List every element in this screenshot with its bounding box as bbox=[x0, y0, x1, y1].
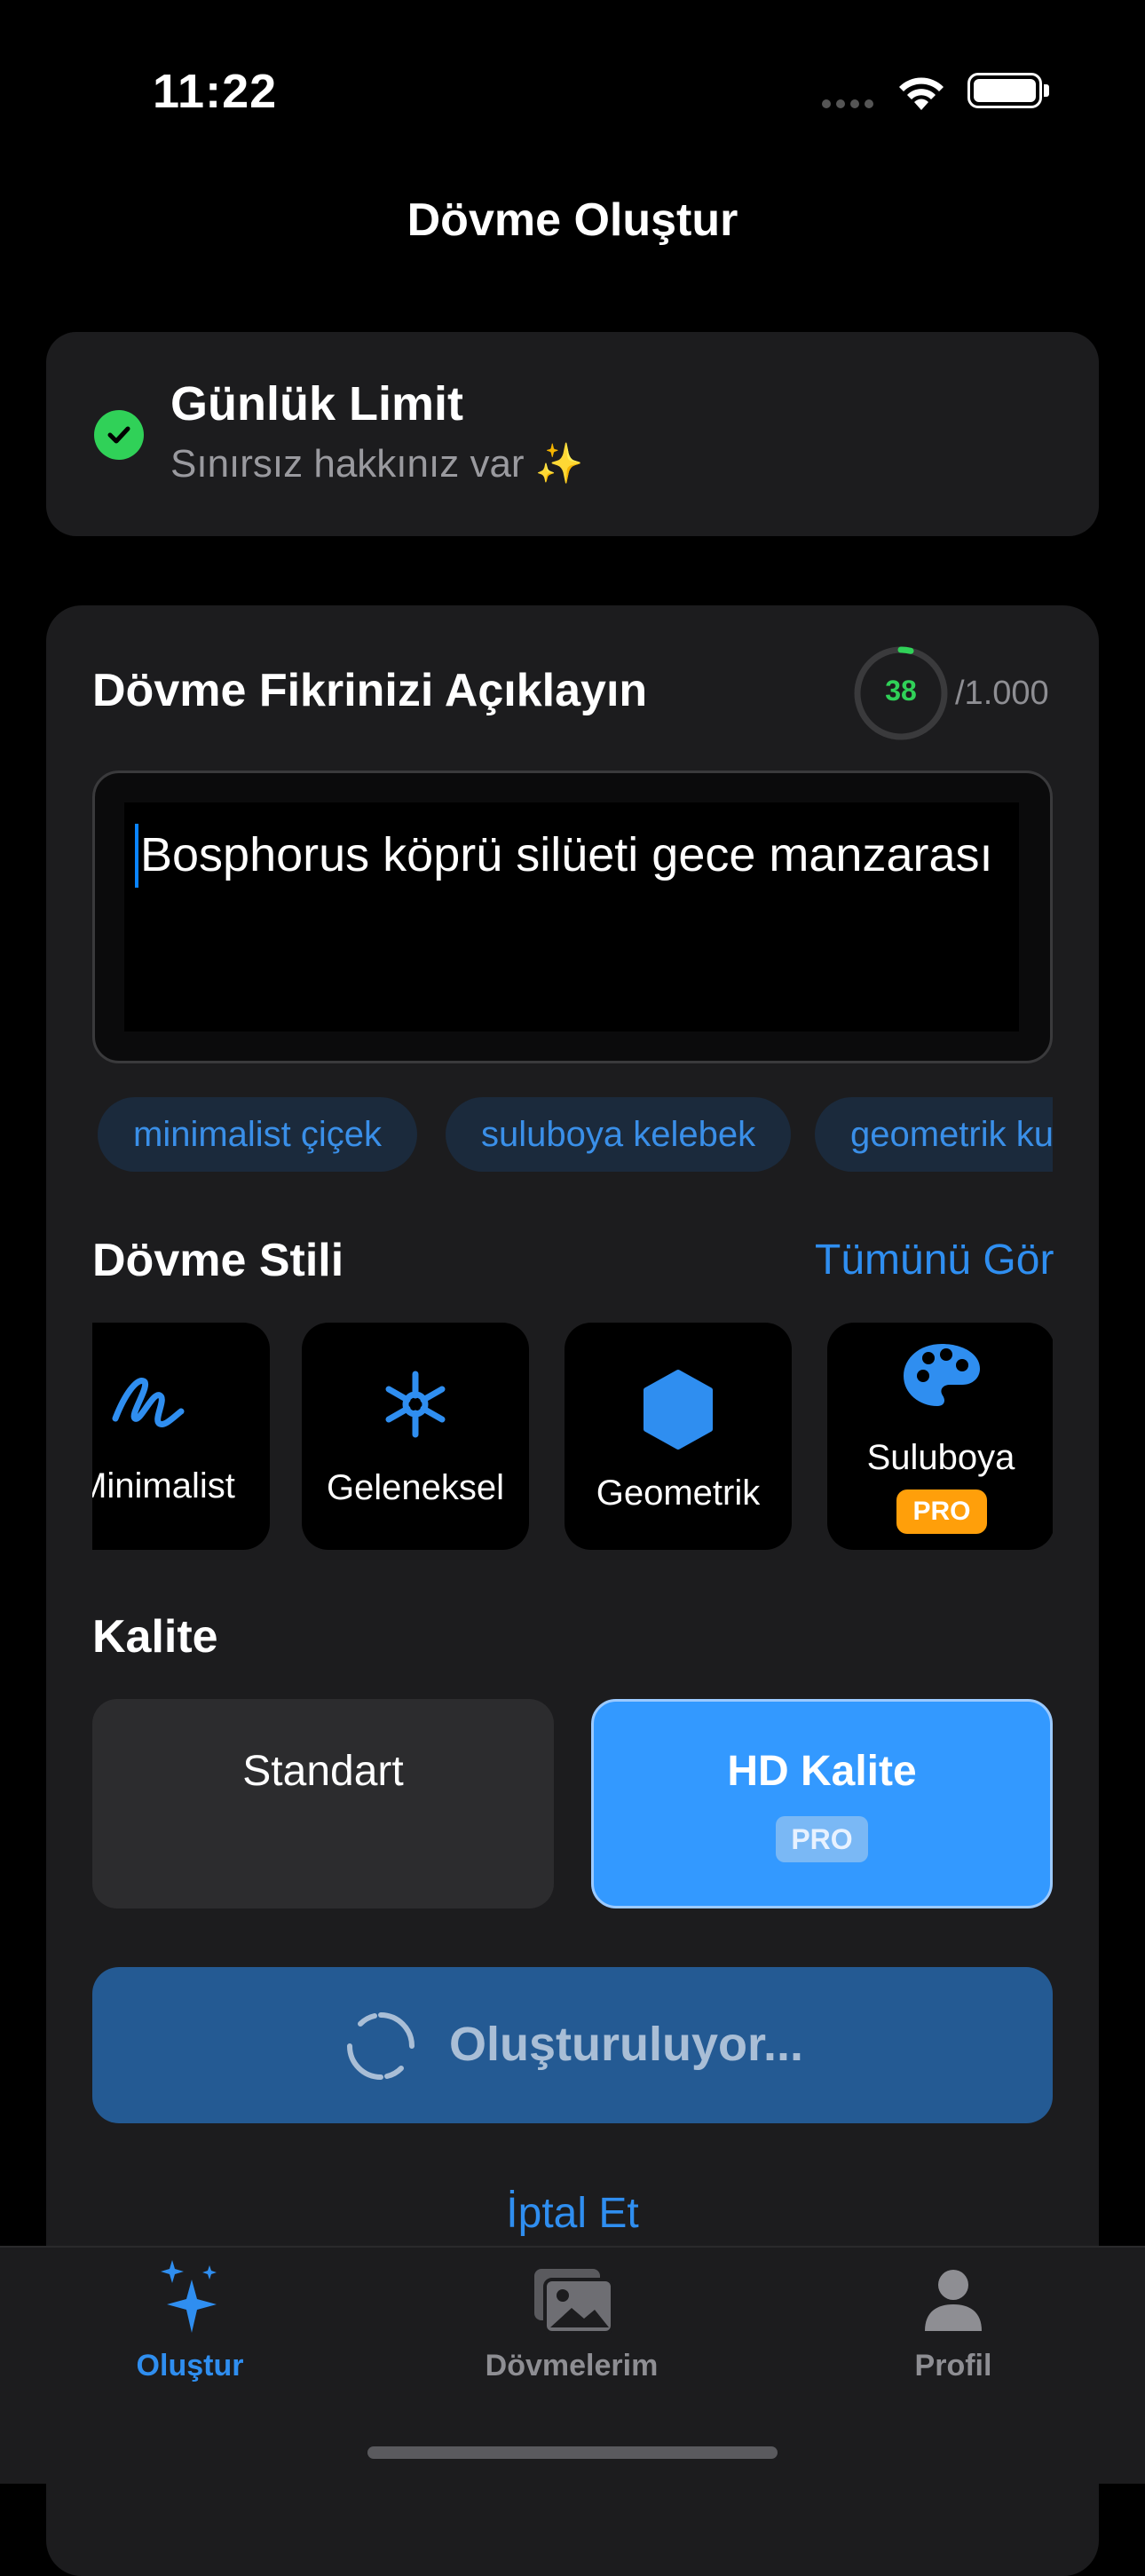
tab-dovmelerim[interactable]: Dövmelerim bbox=[438, 2258, 705, 2436]
style-card-suluboya[interactable]: Suluboya PRO bbox=[827, 1323, 1053, 1550]
quality-section-title: Kalite bbox=[92, 1611, 218, 1663]
quality-hd-option[interactable] bbox=[591, 1699, 1053, 1908]
battery-icon bbox=[967, 73, 1042, 108]
pro-badge: PRO bbox=[776, 1816, 868, 1862]
photos-icon bbox=[534, 2269, 614, 2335]
style-section-title: Dövme Stili bbox=[92, 1235, 344, 1286]
sparkles-icon bbox=[161, 2260, 217, 2333]
cancel-button[interactable]: İptal Et bbox=[0, 2189, 1145, 2238]
hexagon-icon bbox=[644, 1370, 713, 1450]
style-card-geometrik[interactable]: Geometrik bbox=[565, 1323, 792, 1550]
tab-label: Dövmelerim bbox=[485, 2349, 659, 2382]
asterisk-icon bbox=[385, 1371, 446, 1438]
suggestion-chip[interactable]: suluboya kelebek bbox=[446, 1097, 792, 1172]
style-label: Suluboya bbox=[866, 1438, 1015, 1477]
limit-subtitle: Sınırsız hakkınız var ✨ bbox=[170, 442, 584, 486]
generate-button-label: Oluşturuluyor... bbox=[449, 2018, 804, 2071]
style-carousel[interactable]: Minimalist Geleneksel Geometrik Suluboya… bbox=[92, 1323, 1053, 1552]
tab-label: Profil bbox=[914, 2349, 992, 2382]
pro-badge: PRO bbox=[896, 1489, 987, 1534]
text-caret bbox=[135, 824, 138, 888]
palette-icon bbox=[904, 1344, 980, 1406]
signal-icon bbox=[822, 99, 873, 108]
daily-limit-card bbox=[46, 332, 1099, 536]
style-label: Minimalist bbox=[92, 1466, 235, 1505]
see-all-link[interactable]: Tümünü Gör bbox=[815, 1236, 1054, 1284]
description-title: Dövme Fikrinizi Açıklayın bbox=[92, 665, 648, 716]
style-card-minimalist[interactable]: Minimalist bbox=[92, 1323, 270, 1550]
description-text: Bosphorus köprü silüeti gece manzarası bbox=[140, 828, 993, 881]
person-icon bbox=[925, 2270, 982, 2331]
checkmark-icon bbox=[94, 410, 144, 460]
style-label: Geometrik bbox=[596, 1474, 761, 1513]
suggestion-chips: minimalist çiçek suluboya kelebek geomet… bbox=[92, 1097, 1053, 1177]
quality-hd-label: HD Kalite bbox=[727, 1748, 917, 1795]
page-title: Dövme Oluştur bbox=[407, 194, 738, 246]
character-max: /1.000 bbox=[955, 675, 1049, 712]
battery-nub bbox=[1044, 84, 1049, 97]
tab-label: Oluştur bbox=[136, 2349, 244, 2382]
scribble-icon bbox=[112, 1378, 185, 1427]
home-indicator bbox=[367, 2446, 778, 2459]
character-count: 38 bbox=[885, 675, 917, 707]
style-label: Geleneksel bbox=[326, 1468, 505, 1507]
tab-olustur[interactable]: Oluştur bbox=[57, 2258, 323, 2436]
tab-profil[interactable]: Profil bbox=[820, 2258, 1086, 2436]
style-card-geleneksel[interactable]: Geleneksel bbox=[302, 1323, 529, 1550]
status-time: 11:22 bbox=[153, 65, 278, 118]
wifi-icon bbox=[899, 77, 944, 110]
quality-standard-label: Standart bbox=[242, 1748, 404, 1795]
suggestion-chip[interactable]: minimalist çiçek bbox=[98, 1097, 418, 1172]
quality-standard-option[interactable] bbox=[92, 1699, 554, 1908]
limit-title: Günlük Limit bbox=[170, 377, 463, 431]
loading-spinner-icon bbox=[347, 2012, 415, 2080]
suggestion-chip[interactable]: geometrik kurt bbox=[815, 1097, 1053, 1172]
